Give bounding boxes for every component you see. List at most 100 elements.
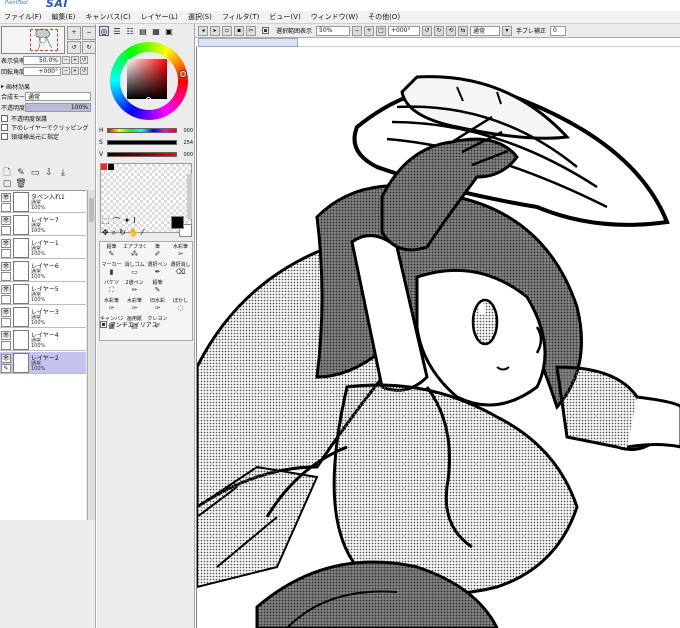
visibility-eye-icon[interactable]: 👁 — [1, 262, 11, 271]
tool-pencil[interactable]: 鉛筆 ✎ — [146, 278, 169, 296]
swatch-tab-icon[interactable]: ▦ — [151, 26, 161, 36]
lock-pen-icon[interactable] — [1, 226, 11, 235]
tool-brush[interactable]: 筆 ✐ — [146, 242, 169, 260]
zoom-minus-button[interactable]: − — [62, 56, 70, 64]
lock-pen-icon[interactable] — [1, 341, 11, 350]
tool-bucket[interactable]: バケツ ⛶ — [100, 278, 123, 296]
rect-select-icon[interactable]: ⬚ — [102, 216, 110, 228]
layer-row[interactable]: 👁 タペン入れ1 通常 100% — [0, 191, 86, 213]
rotate-right-button[interactable]: ↻ — [82, 40, 96, 54]
angle-select[interactable]: +000° — [388, 25, 421, 36]
tool-watercolor[interactable]: 水彩筆 ✑ — [123, 296, 146, 314]
angle-plus-button[interactable]: + — [71, 67, 79, 75]
visibility-eye-icon[interactable]: 👁 — [1, 193, 11, 202]
visibility-eye-icon[interactable]: 👁 — [1, 216, 11, 225]
hue-slider[interactable]: H 000 — [99, 126, 194, 135]
swatch-red[interactable] — [101, 164, 107, 170]
menu-view[interactable]: ビュー(V) — [269, 12, 300, 22]
blend-mode-select[interactable]: 通常 — [25, 91, 91, 101]
new-layer-icon[interactable]: 🗋 — [2, 167, 12, 178]
tool-select-erase[interactable]: 選択消し ⌫ — [169, 260, 192, 278]
hsv-slider-tab-icon[interactable]: ☷ — [125, 26, 135, 36]
move-icon[interactable]: ✥ — [102, 228, 109, 240]
mode-toggle-icon[interactable]: ▾ — [502, 25, 513, 36]
visibility-eye-icon[interactable]: 👁 — [1, 308, 11, 317]
tool-watercolor[interactable]: 水彩筆 ✑ — [169, 242, 192, 260]
menu-window[interactable]: ウィンドウ(W) — [311, 12, 358, 22]
rotate-icon[interactable]: ↻ — [119, 228, 126, 240]
zoom-reset-button[interactable]: ↺ — [80, 56, 88, 64]
layer-scrollbar[interactable] — [87, 190, 95, 520]
lock-pen-icon[interactable] — [1, 203, 11, 212]
rotate-reset-icon[interactable]: ⟲ — [446, 25, 457, 36]
value-slider[interactable]: V 000 — [99, 150, 194, 159]
tool-pencil[interactable]: 鉛筆 ✎ — [100, 242, 123, 260]
cut-icon[interactable]: ✂ — [246, 25, 256, 36]
eyedropper-icon[interactable]: ⵏ — [133, 216, 135, 228]
deselect-icon[interactable]: ▫ — [222, 25, 232, 36]
rotate-cw-icon[interactable]: ↻ — [434, 25, 445, 36]
tool-airbrush[interactable]: エアブラシ ⁂ — [123, 242, 146, 260]
lock-pen-icon[interactable] — [1, 295, 11, 304]
drawing-canvas[interactable] — [196, 47, 680, 628]
active-document-tab[interactable] — [198, 38, 298, 47]
tool-eraser[interactable]: 消しゴム ▭ — [123, 260, 146, 278]
antialias-row[interactable]: アンチエイリアス — [100, 320, 158, 329]
layer-row[interactable]: 👁 ✎ レイヤー2 通常 100% — [0, 352, 86, 374]
angle-minus-button[interactable]: − — [62, 67, 70, 75]
value-slider-track[interactable] — [107, 152, 177, 157]
merge-down-icon[interactable]: ⤓ — [58, 167, 68, 178]
clipping-checkbox[interactable] — [1, 123, 8, 131]
rotate-ccw-icon[interactable]: ↺ — [422, 25, 433, 36]
saturation-value-box[interactable] — [127, 59, 167, 99]
tool-watercolor[interactable]: 水彩筆 ✑ — [100, 296, 123, 314]
foreground-color[interactable] — [171, 216, 184, 229]
undo-icon[interactable]: ◂ — [198, 25, 208, 36]
lock-pen-icon[interactable] — [1, 272, 11, 281]
rgb-slider-tab-icon[interactable]: ☰ — [112, 26, 122, 36]
magic-wand-icon[interactable]: ✦ — [124, 216, 131, 228]
protect-opacity-checkbox[interactable] — [1, 114, 8, 122]
zoom-out-icon[interactable]: − — [352, 25, 363, 36]
menu-file[interactable]: ファイル(F) — [4, 12, 42, 22]
eyedropper2-icon[interactable]: ⁄ — [142, 228, 143, 240]
zoom-plus-button[interactable]: + — [71, 56, 79, 64]
color-wheel-tab-icon[interactable]: ◎ — [99, 26, 109, 36]
mode-select[interactable]: 通常 — [470, 25, 501, 36]
scratchpad-tab-icon[interactable]: ▣ — [164, 26, 174, 36]
flip-icon[interactable]: ⇆ — [458, 25, 469, 36]
show-selection-checkbox[interactable] — [262, 27, 269, 34]
hue-slider-track[interactable] — [107, 128, 177, 133]
zoom-in-button[interactable]: + — [67, 26, 81, 40]
visibility-eye-icon[interactable]: 👁 — [1, 331, 11, 340]
clear-layer-icon[interactable]: ▢ — [2, 178, 12, 189]
redo-icon[interactable]: ▸ — [210, 25, 220, 36]
zoom-out-button[interactable]: − — [82, 26, 96, 40]
visibility-eye-icon[interactable]: 👁 — [1, 239, 11, 248]
invert-select-icon[interactable]: ▪ — [234, 25, 244, 36]
tool-blur[interactable]: ぼかし ◌ — [169, 296, 192, 314]
layer-scroll-thumb[interactable] — [89, 198, 94, 222]
menu-edit[interactable]: 編集(E) — [52, 12, 76, 22]
opacity-slider[interactable]: 100% — [25, 102, 91, 112]
menu-filter[interactable]: フィルタ(T) — [222, 12, 260, 22]
layer-row[interactable]: 👁 レイヤー5 通常 100% — [0, 283, 86, 305]
tool-marker[interactable]: マーカー ▮ — [100, 260, 123, 278]
layer-row[interactable]: 👁 レイヤー4 通常 100% — [0, 329, 86, 351]
rotate-left-button[interactable]: ↺ — [67, 40, 81, 54]
sv-marker[interactable] — [146, 97, 151, 102]
zoom-select[interactable]: 50% — [316, 25, 351, 36]
menu-layer[interactable]: レイヤー(L) — [141, 12, 178, 22]
new-folder-icon[interactable]: ▭ — [30, 167, 40, 178]
menu-canvas[interactable]: キャンバス(C) — [85, 12, 130, 22]
angle-reset-button[interactable]: ↺ — [80, 67, 88, 75]
menu-select[interactable]: 選択(S) — [188, 12, 212, 22]
saturation-slider-track[interactable] — [107, 140, 177, 145]
reference-checkbox[interactable] — [1, 132, 8, 140]
zoom-icon[interactable]: ⌕ — [112, 228, 116, 240]
angle-field[interactable]: +000° — [23, 66, 61, 76]
hue-marker[interactable] — [180, 71, 186, 77]
menu-other[interactable]: その他(O) — [368, 12, 400, 22]
hand-icon[interactable]: ✋ — [129, 228, 139, 240]
lock-pen-icon[interactable] — [1, 249, 11, 258]
